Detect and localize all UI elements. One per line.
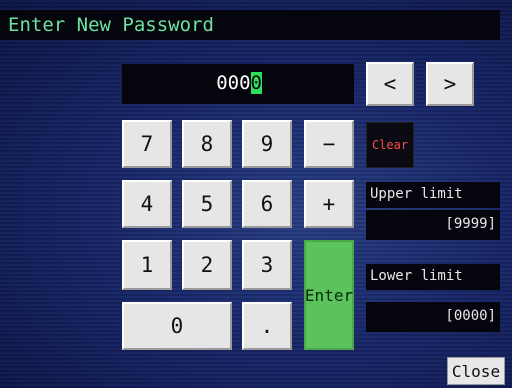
- clear-button[interactable]: Clear: [366, 122, 414, 168]
- key-2[interactable]: 2: [182, 240, 232, 290]
- key-6[interactable]: 6: [242, 180, 292, 228]
- page-title: Enter New Password: [8, 14, 214, 36]
- key-plus[interactable]: +: [304, 180, 354, 228]
- lower-limit-value: [0000]: [366, 302, 500, 332]
- password-value: 0000: [216, 72, 262, 94]
- key-minus[interactable]: −: [304, 120, 354, 168]
- key-5[interactable]: 5: [182, 180, 232, 228]
- key-8[interactable]: 8: [182, 120, 232, 168]
- key-3[interactable]: 3: [242, 240, 292, 290]
- cursor-left-button[interactable]: <: [366, 62, 414, 106]
- key-9[interactable]: 9: [242, 120, 292, 168]
- input-cursor: 0: [250, 72, 262, 94]
- enter-button[interactable]: Enter: [304, 240, 354, 350]
- key-dot[interactable]: .: [242, 302, 292, 350]
- cursor-right-button[interactable]: >: [426, 62, 474, 106]
- key-7[interactable]: 7: [122, 120, 172, 168]
- close-button[interactable]: Close: [447, 357, 505, 385]
- upper-limit-label: Upper limit: [366, 182, 500, 208]
- key-4[interactable]: 4: [122, 180, 172, 228]
- password-display: 0000: [122, 64, 354, 104]
- password-value-prefix: 000: [216, 72, 251, 94]
- key-1[interactable]: 1: [122, 240, 172, 290]
- key-0[interactable]: 0: [122, 302, 232, 350]
- upper-limit-value: [9999]: [366, 210, 500, 240]
- lower-limit-label: Lower limit: [366, 264, 500, 290]
